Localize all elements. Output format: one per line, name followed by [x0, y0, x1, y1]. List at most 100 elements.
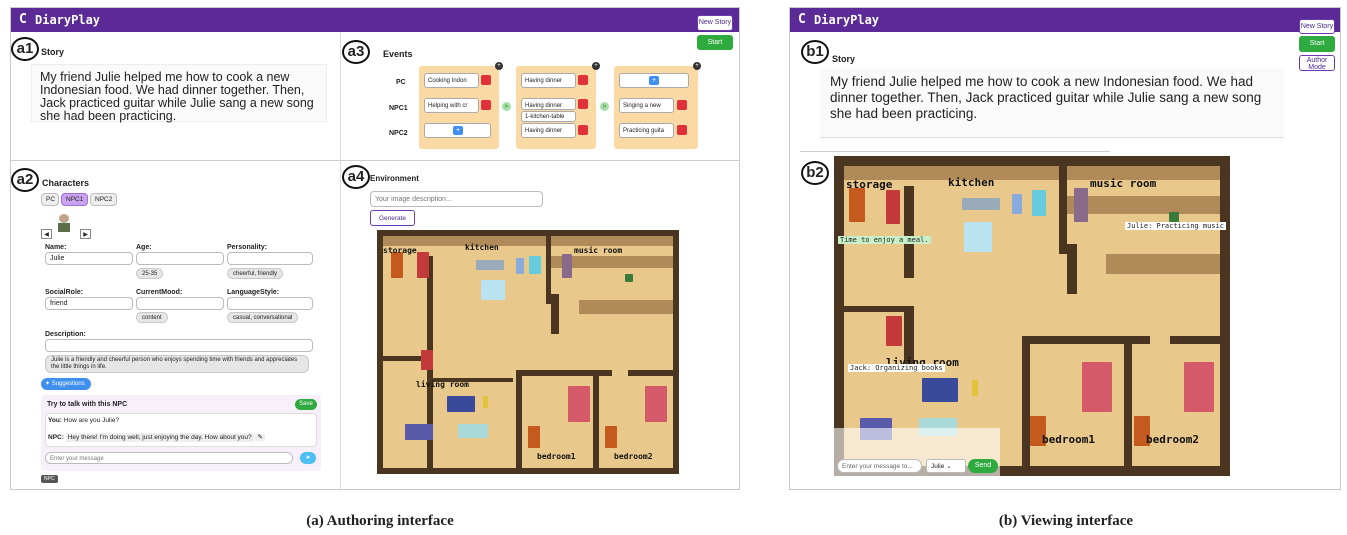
new-story-button[interactable]: New Story [1299, 19, 1335, 34]
room-label-bedroom2: bedroom2 [614, 452, 653, 461]
author-mode-button[interactable]: Author Mode [1299, 55, 1335, 71]
suggestions-button[interactable]: ✦ Suggestions [41, 378, 91, 390]
socialrole-field[interactable]: friend [45, 297, 133, 310]
age-chip[interactable]: 25-35 [136, 268, 164, 279]
personality-field[interactable] [227, 252, 313, 265]
next-arrow-icon: » [502, 102, 511, 111]
delete-event-icon[interactable] [481, 75, 491, 85]
app-logo-icon: C [798, 12, 806, 27]
prev-character-button[interactable]: ◀ [41, 229, 52, 239]
start-button[interactable]: Start [697, 35, 733, 50]
authoring-panel: C DiaryPlay New Story Start a1 Story My … [10, 7, 740, 490]
divider [11, 160, 739, 161]
language-chip[interactable]: casual, conversational [227, 312, 299, 323]
generate-button[interactable]: Generate [370, 210, 415, 226]
remove-column-icon[interactable]: + [495, 62, 503, 70]
name-field[interactable]: Julie [45, 252, 133, 265]
delete-event-icon[interactable] [578, 125, 588, 135]
next-character-button[interactable]: ▶ [80, 229, 91, 239]
you-prefix: You: [48, 417, 62, 424]
description-label: Description: [45, 331, 86, 338]
event-card[interactable]: Having dinner [521, 73, 576, 88]
description-chip[interactable]: Julie is a friendly and cheerful person … [45, 355, 309, 373]
event-card[interactable]: Having dinner [521, 98, 576, 110]
room-label-music-room: music room [1090, 177, 1157, 190]
event-row-npc1: NPC1 [389, 105, 408, 112]
delete-event-icon[interactable] [578, 75, 588, 85]
delete-event-icon[interactable] [481, 100, 491, 110]
mood-chip[interactable]: content [136, 312, 168, 323]
save-button[interactable]: Save [295, 399, 317, 410]
start-button[interactable]: Start [1299, 36, 1335, 52]
viewing-panel: C DiaryPlay New Story Start Author Mode … [789, 7, 1341, 490]
app-logo-icon: C [19, 12, 27, 27]
npc-badge: NPC [41, 475, 58, 483]
npc-text: Hey there! I'm doing well, just enjoying… [65, 433, 254, 442]
add-event-button[interactable]: + [453, 126, 463, 135]
delete-event-icon[interactable] [677, 100, 687, 110]
character-select-value: Julie [931, 463, 945, 470]
next-arrow-icon: » [600, 102, 609, 111]
room-label-bedroom2: bedroom2 [1146, 433, 1199, 446]
room-label-music-room: music room [574, 246, 623, 255]
description-field[interactable] [45, 339, 313, 352]
language-field[interactable] [227, 297, 313, 310]
add-event-button[interactable]: + [649, 76, 659, 85]
age-label: Age: [136, 244, 152, 251]
remove-column-icon[interactable]: + [592, 62, 600, 70]
mood-field[interactable] [136, 297, 224, 310]
caption-authoring: (a) Authoring interface [306, 513, 454, 529]
environment-heading: Environment [370, 174, 419, 183]
personality-label: Personality: [227, 244, 268, 251]
event-card[interactable]: Singing a new [619, 98, 674, 113]
tab-pc[interactable]: PC [41, 193, 59, 206]
image-description-input[interactable]: Your image description... [370, 191, 543, 207]
tab-npc1[interactable]: NPC1 [61, 193, 88, 206]
personality-chip[interactable]: cheerful, friendly [227, 268, 284, 279]
edit-icon[interactable]: ✎ [255, 434, 265, 441]
event-card[interactable]: Helping with cr [424, 98, 479, 113]
mood-label: CurrentMood: [136, 289, 183, 296]
speech-bubble-meal: Time to enjoy a meal. [838, 236, 931, 244]
app-header: C DiaryPlay [790, 8, 1340, 32]
suggestions-label: Suggestions [51, 381, 85, 387]
new-story-button[interactable]: New Story [697, 15, 733, 31]
characters-heading: Characters [42, 178, 90, 188]
event-card[interactable]: Having dinner [521, 123, 576, 138]
room-label-bedroom1: bedroom1 [537, 452, 576, 461]
environment-map [377, 230, 679, 474]
chat-you: You: How are you Julie? [48, 417, 119, 424]
name-label: Name: [45, 244, 67, 251]
location-select[interactable]: 1-kitchen-table [521, 111, 576, 122]
socialrole-label: SocialRole: [45, 289, 84, 296]
viewer-message-input[interactable]: Enter your message to... [837, 459, 922, 473]
room-label-storage: storage [846, 178, 893, 191]
send-button[interactable]: Send [968, 459, 998, 473]
app-title: DiaryPlay [814, 13, 880, 27]
room-label-bedroom1: bedroom1 [1042, 433, 1095, 446]
event-card[interactable]: Cooking Indon [424, 73, 479, 88]
event-card[interactable]: Practicing guita [619, 123, 674, 138]
caption-viewing: (b) Viewing interface [998, 513, 1134, 529]
section-tag-a3: a3 [342, 40, 370, 64]
remove-column-icon[interactable]: + [693, 62, 701, 70]
section-tag-b2: b2 [801, 161, 829, 185]
section-tag-b1: b1 [801, 40, 829, 64]
message-input[interactable]: Enter your message [45, 452, 293, 464]
story-text: My friend Julie helped me how to cook a … [830, 74, 1262, 121]
age-field[interactable] [136, 252, 224, 265]
lightbulb-icon: ✦ [45, 381, 52, 387]
room-label-living-room: living room [416, 380, 469, 389]
delete-event-icon[interactable] [578, 99, 588, 109]
section-tag-a1: a1 [11, 37, 39, 61]
talk-heading: Try to talk with this NPC [47, 401, 128, 408]
speech-bubble-julie: Julie: Practicing music [1125, 222, 1226, 230]
character-select[interactable]: Julie ⌄ [926, 459, 966, 473]
send-icon[interactable]: ➤ [300, 452, 316, 464]
app-title: DiaryPlay [35, 13, 101, 27]
you-text: How are you Julie? [63, 417, 120, 424]
story-text: My friend Julie helped me how to cook a … [40, 70, 314, 123]
delete-event-icon[interactable] [677, 125, 687, 135]
language-label: LanguageStyle: [227, 289, 280, 296]
tab-npc2[interactable]: NPC2 [90, 193, 117, 206]
